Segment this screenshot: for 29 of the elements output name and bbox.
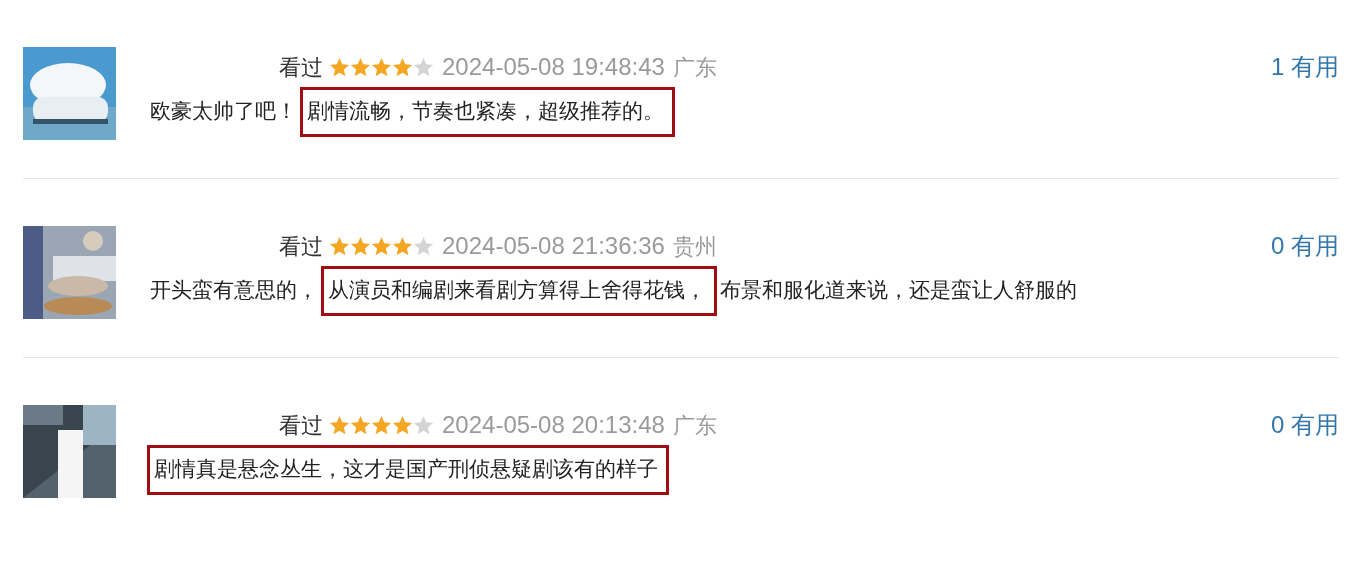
star-icon bbox=[329, 56, 350, 78]
review-comment: 剧情真是悬念丛生，这才是国产刑侦悬疑剧该有的样子 bbox=[147, 445, 669, 495]
star-icon bbox=[350, 414, 371, 436]
watched-label: 看过 bbox=[279, 411, 323, 440]
review-comment: 开头蛮有意思的， 从演员和编剧来看剧方算得上舍得花钱， 布景和服化道来说，还是蛮让人舒服的 bbox=[147, 266, 1080, 316]
star-icon bbox=[392, 56, 413, 78]
star-icon bbox=[371, 235, 392, 257]
useful-vote-link[interactable]: 0 有用 bbox=[1271, 228, 1339, 264]
useful-vote-link[interactable]: 0 有用 bbox=[1271, 407, 1339, 443]
region-label: 广东 bbox=[672, 53, 717, 82]
review-time: 2024-05-08 20:13:48 bbox=[442, 410, 665, 440]
star-icon bbox=[371, 56, 392, 78]
star-icon bbox=[350, 235, 371, 257]
useful-vote-link[interactable]: 1 有用 bbox=[1271, 49, 1339, 85]
star-icon bbox=[371, 414, 392, 436]
review-time: 2024-05-08 19:48:43 bbox=[442, 52, 665, 82]
empty-star-icon bbox=[413, 56, 434, 78]
empty-star-icon bbox=[413, 414, 434, 436]
region-label: 广东 bbox=[672, 411, 717, 440]
watched-label: 看过 bbox=[279, 232, 323, 261]
star-icon bbox=[329, 414, 350, 436]
empty-star-icon bbox=[413, 235, 434, 257]
region-label: 贵州 bbox=[672, 232, 717, 261]
watched-label: 看过 bbox=[279, 53, 323, 82]
review-time: 2024-05-08 21:36:36 bbox=[442, 231, 665, 261]
star-icon bbox=[329, 235, 350, 257]
star-icon bbox=[350, 56, 371, 78]
star-icon bbox=[392, 235, 413, 257]
star-icon bbox=[392, 414, 413, 436]
